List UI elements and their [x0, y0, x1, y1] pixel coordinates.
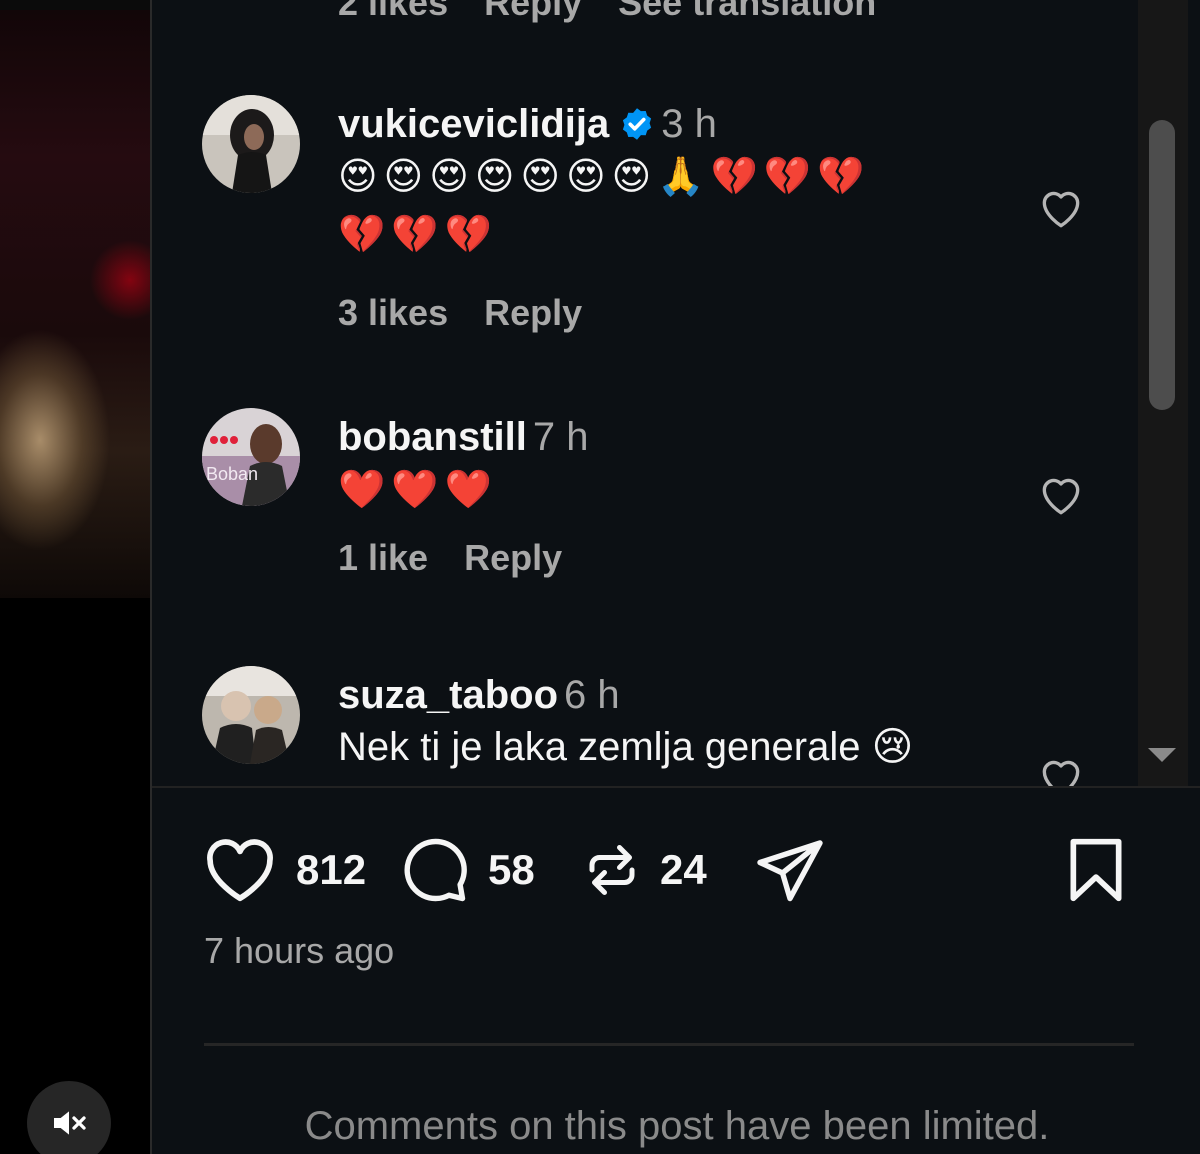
repost-icon[interactable]: [582, 834, 642, 906]
share-icon[interactable]: [754, 837, 826, 903]
comment-text: Nek ti je laka zemlja generale 😢: [338, 725, 914, 769]
comment-header: vukiceviclidija 3 h: [338, 100, 871, 148]
likes-count[interactable]: 812: [296, 846, 366, 894]
divider: [204, 1043, 1134, 1046]
video-frame[interactable]: [0, 10, 150, 598]
reposts-count[interactable]: 24: [660, 846, 707, 894]
scrollbar-thumb[interactable]: [1149, 120, 1175, 410]
comment-body: bobanstill 7 h ❤️❤️❤️ 1 like Reply: [338, 413, 589, 579]
post-timestamp[interactable]: 7 hours ago: [204, 930, 394, 972]
reply-link[interactable]: Reply: [464, 537, 562, 578]
reply-link[interactable]: Reply: [484, 0, 582, 23]
avatar-caption: Boban: [206, 464, 258, 484]
likes-count-link[interactable]: 3 likes: [338, 292, 448, 333]
video-player[interactable]: [0, 0, 150, 1154]
avatar[interactable]: [202, 666, 300, 764]
comment-body: suza_taboo 6 h Nek ti je laka zemlja gene…: [338, 671, 913, 775]
scroll-down-arrow[interactable]: [1148, 748, 1176, 762]
avatar[interactable]: Boban: [202, 408, 300, 506]
avatar[interactable]: [202, 95, 300, 193]
post-actions: 812 58 24: [152, 830, 1200, 910]
comment-time: 3 h: [661, 102, 717, 146]
comment-username[interactable]: suza_taboo: [338, 673, 558, 717]
share-action[interactable]: [754, 830, 826, 910]
video-top-strip: [0, 0, 150, 10]
comments-limited-notice: Comments on this post have been limited.: [304, 1104, 1050, 1148]
save-action[interactable]: [1066, 830, 1126, 910]
likes-count-link[interactable]: 2 likes: [338, 0, 448, 23]
comment-action[interactable]: 58: [398, 830, 535, 910]
comment-body: vukiceviclidija 3 h 😍😍😍😍😍😍😍🙏💔💔💔 💔💔💔 3 lik…: [338, 100, 871, 334]
comments-count[interactable]: 58: [488, 846, 535, 894]
comment-like-heart-icon[interactable]: [1036, 752, 1086, 786]
comments-list[interactable]: 2 likes Reply See translation vukiceviclid…: [152, 0, 1138, 786]
like-action[interactable]: 812: [202, 830, 366, 910]
comment-text: ❤️❤️❤️: [338, 469, 498, 511]
comment-username[interactable]: vukiceviclidija: [338, 102, 609, 146]
muted-speaker-icon: [54, 1111, 86, 1135]
comment-username[interactable]: bobanstill: [338, 415, 527, 459]
verified-badge-icon: [623, 108, 652, 140]
see-translation-link[interactable]: See translation: [618, 0, 876, 23]
likes-count-link[interactable]: 1 like: [338, 537, 428, 578]
comment-like-heart-icon[interactable]: [1036, 470, 1086, 520]
comment-like-heart-icon[interactable]: [1036, 183, 1086, 233]
comment-meta: 3 likes Reply: [338, 292, 871, 334]
comment-header: suza_taboo 6 h: [338, 671, 913, 719]
reply-link[interactable]: Reply: [484, 292, 582, 333]
comment-header: bobanstill 7 h: [338, 413, 589, 461]
unmute-button[interactable]: [27, 1081, 111, 1154]
comment-time: 7 h: [532, 415, 589, 459]
comment-meta: 1 like Reply: [338, 537, 589, 579]
comment-text-continued: 💔💔💔: [338, 214, 498, 256]
partial-comment-meta: 2 likes Reply See translation: [338, 0, 876, 24]
bookmark-icon[interactable]: [1066, 836, 1126, 904]
comments-scrollbar[interactable]: [1138, 0, 1188, 786]
comment-icon[interactable]: [398, 834, 470, 906]
post-side-panel: 2 likes Reply See translation vukiceviclid…: [150, 0, 1200, 1154]
comment-time: 6 h: [564, 673, 620, 717]
divider: [152, 786, 1200, 788]
heart-icon[interactable]: [202, 837, 278, 903]
comment-text: 😍😍😍😍😍😍😍🙏💔💔💔: [338, 156, 871, 198]
repost-action[interactable]: 24: [582, 830, 707, 910]
